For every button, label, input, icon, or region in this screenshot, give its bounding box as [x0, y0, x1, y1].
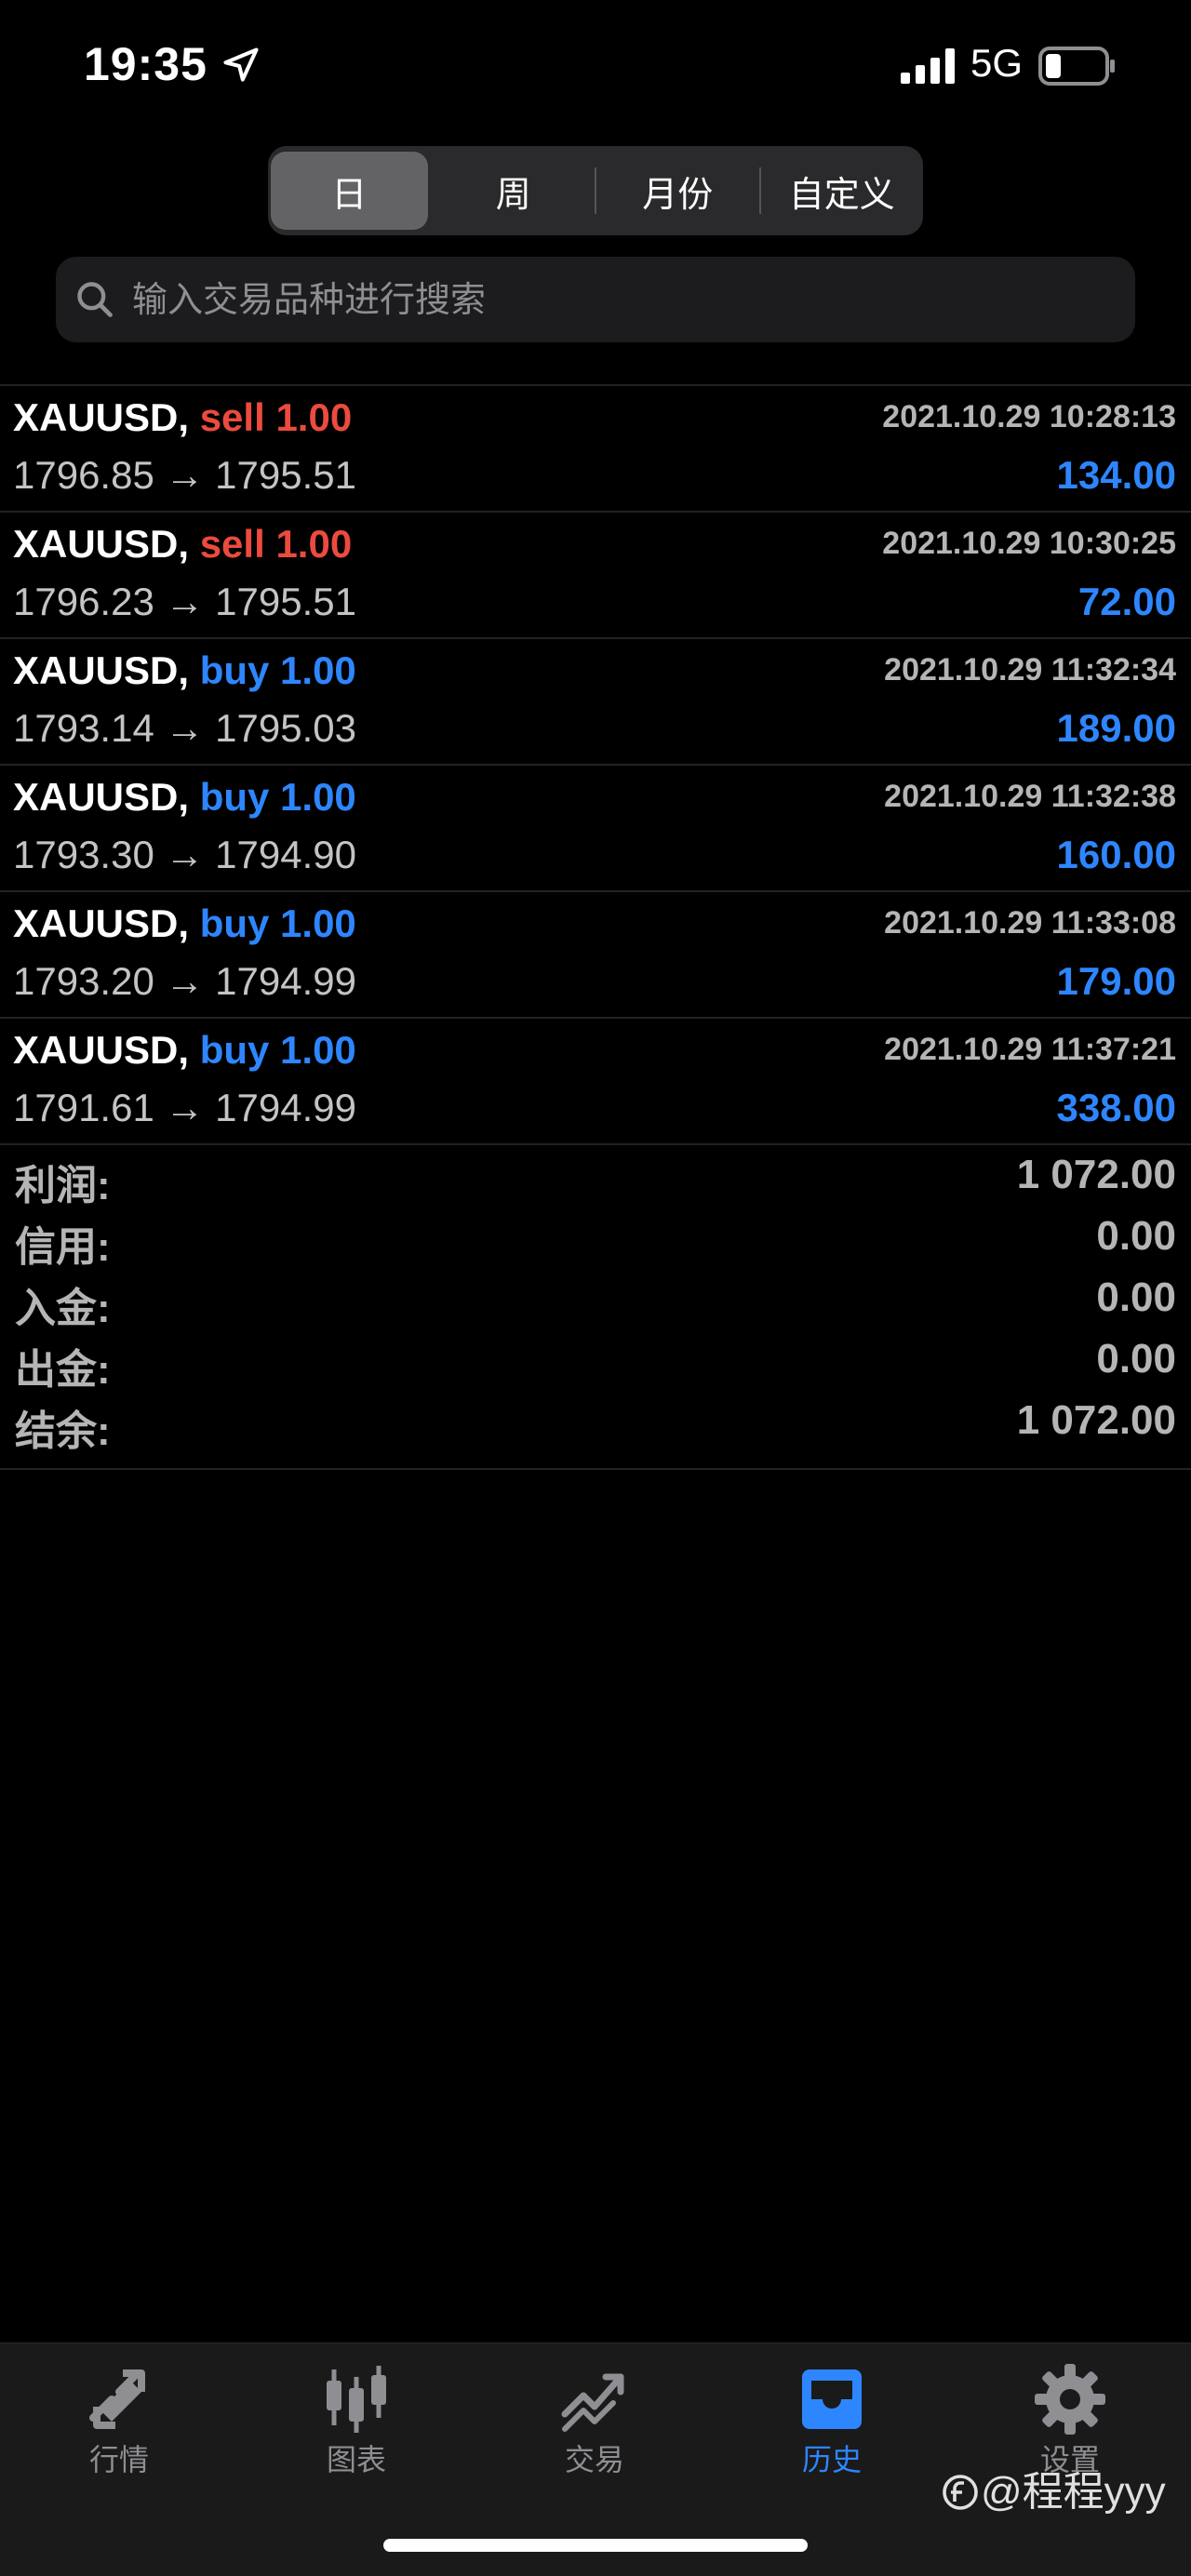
tab-trade[interactable]: 交易 — [502, 2343, 688, 2483]
period-tab-month[interactable]: 月份 — [599, 152, 756, 230]
summary-row-deposit: 入金: 0.00 — [0, 1269, 1191, 1331]
trade-datetime: 2021.10.29 11:32:34 — [884, 652, 1176, 687]
trade-title: XAUUSD, sell 1.00 — [13, 522, 352, 567]
trade-profit: 338.00 — [1056, 1086, 1176, 1129]
trade-profit: 160.00 — [1056, 833, 1176, 876]
trade-history-list: XAUUSD, sell 1.00 2021.10.29 10:28:13 17… — [0, 384, 1191, 1145]
tab-chart[interactable]: 图表 — [263, 2343, 449, 2483]
tab-quotes[interactable]: 行情 — [26, 2343, 212, 2483]
trade-symbol: XAUUSD, — [13, 775, 190, 819]
trade-side: sell — [199, 395, 265, 439]
battery-icon — [1038, 47, 1115, 86]
home-indicator — [383, 2539, 808, 2552]
quotes-icon — [89, 2369, 145, 2429]
trade-volume: 1.00 — [275, 395, 353, 439]
trade-prices: 1793.14 → 1795.03 — [13, 706, 356, 750]
trade-title: XAUUSD, buy 1.00 — [13, 775, 356, 820]
period-tab-week[interactable]: 周 — [435, 152, 593, 230]
trade-prices: 1793.20 → 1794.99 — [13, 959, 356, 1003]
trade-symbol: XAUUSD, — [13, 648, 190, 692]
summary-row-profit: 利润: 1 072.00 — [0, 1146, 1191, 1208]
trade-symbol: XAUUSD, — [13, 522, 190, 566]
trade-volume: 1.00 — [280, 901, 356, 945]
period-segmented-control: 日 周 月份 自定义 — [268, 146, 923, 235]
trade-title: XAUUSD, buy 1.00 — [13, 901, 356, 946]
trade-prices: 1796.85 → 1795.51 — [13, 453, 356, 497]
watermark: @程程yyy — [942, 2458, 1166, 2517]
trade-title: XAUUSD, buy 1.00 — [13, 1028, 356, 1073]
trade-symbol: XAUUSD, — [13, 1028, 190, 1072]
location-arrow-icon — [223, 47, 259, 82]
trade-profit: 72.00 — [1077, 580, 1176, 623]
settings-icon — [1035, 2364, 1105, 2435]
search-icon — [77, 282, 113, 317]
trade-symbol: XAUUSD, — [13, 901, 190, 945]
trade-datetime: 2021.10.29 11:32:38 — [884, 779, 1176, 814]
trade-icon — [561, 2373, 624, 2432]
trade-prices: 1796.23 → 1795.51 — [13, 580, 356, 623]
trade-side: sell — [199, 522, 265, 566]
period-tab-custom[interactable]: 自定义 — [764, 152, 921, 230]
trade-volume: 1.00 — [275, 522, 353, 566]
segment-divider — [595, 167, 596, 214]
tab-label: 图表 — [326, 2443, 386, 2476]
summary-value: 1 072.00 — [1016, 1152, 1176, 1197]
trade-row[interactable]: XAUUSD, sell 1.00 2021.10.29 10:30:25 17… — [0, 513, 1191, 639]
tab-label: 行情 — [88, 2443, 149, 2476]
search-input[interactable] — [130, 257, 1111, 344]
tab-label: 交易 — [564, 2443, 624, 2476]
trade-symbol: XAUUSD, — [13, 395, 190, 439]
toutiao-logo-icon — [943, 2475, 978, 2510]
trade-side: buy — [199, 648, 270, 692]
tab-label: 历史 — [801, 2443, 862, 2476]
history-icon — [802, 2369, 862, 2429]
trade-row[interactable]: XAUUSD, sell 1.00 2021.10.29 10:28:13 17… — [0, 386, 1191, 513]
trade-datetime: 2021.10.29 11:33:08 — [884, 905, 1176, 941]
watermark-text: @程程yyy — [981, 2469, 1166, 2515]
trade-row[interactable]: XAUUSD, buy 1.00 2021.10.29 11:32:38 179… — [0, 766, 1191, 892]
summary-row-credit: 信用: 0.00 — [0, 1208, 1191, 1270]
trade-row[interactable]: XAUUSD, buy 1.00 2021.10.29 11:32:34 179… — [0, 639, 1191, 766]
trade-row[interactable]: XAUUSD, buy 1.00 2021.10.29 11:37:21 179… — [0, 1019, 1191, 1145]
trade-profit: 134.00 — [1056, 453, 1176, 497]
search-bar[interactable] — [56, 257, 1135, 344]
tab-history[interactable]: 历史 — [739, 2343, 925, 2483]
trade-datetime: 2021.10.29 11:37:21 — [884, 1032, 1176, 1067]
trade-volume: 1.00 — [280, 775, 356, 819]
trade-profit: 189.00 — [1056, 706, 1176, 750]
summary-row-withdrawal: 出金: 0.00 — [0, 1330, 1191, 1393]
summary-value: 0.00 — [1096, 1213, 1176, 1259]
summary-value: 0.00 — [1096, 1275, 1176, 1320]
network-type: 5G — [970, 41, 1024, 85]
summary-label: 入金: — [15, 1286, 111, 1331]
summary-label: 结余: — [15, 1408, 111, 1454]
segment-divider — [758, 167, 761, 214]
trade-side: buy — [199, 1028, 270, 1072]
screen: 19:35 5G 日 周 月份 自定义 输入交易品种进行搜索 XAUUSD, s… — [0, 0, 1191, 2576]
period-tab-day[interactable]: 日 — [271, 152, 428, 230]
summary-value: 0.00 — [1096, 1336, 1176, 1381]
summary-label: 出金: — [15, 1347, 111, 1393]
trade-datetime: 2021.10.29 10:28:13 — [882, 399, 1176, 434]
trade-prices: 1793.30 → 1794.90 — [13, 833, 356, 876]
trade-prices: 1791.61 → 1794.99 — [13, 1086, 356, 1129]
trade-title: XAUUSD, sell 1.00 — [13, 395, 352, 440]
trade-side: buy — [199, 775, 270, 819]
summary-label: 利润: — [15, 1163, 111, 1208]
summary-row-balance: 结余: 1 072.00 — [0, 1392, 1191, 1454]
trade-volume: 1.00 — [280, 1028, 356, 1072]
status-bar: 19:35 5G — [0, 0, 1191, 130]
cellular-signal-icon — [901, 48, 955, 84]
balance-summary: 利润: 1 072.00 信用: 0.00 入金: 0.00 出金: 0.00 … — [0, 1146, 1191, 1470]
trade-side: buy — [199, 901, 270, 945]
trade-title: XAUUSD, buy 1.00 — [13, 648, 356, 693]
summary-value: 1 072.00 — [1016, 1397, 1176, 1443]
trade-volume: 1.00 — [280, 648, 356, 692]
trade-profit: 179.00 — [1056, 959, 1176, 1003]
trade-datetime: 2021.10.29 10:30:25 — [882, 526, 1176, 561]
trade-row[interactable]: XAUUSD, buy 1.00 2021.10.29 11:33:08 179… — [0, 892, 1191, 1019]
chart-icon — [327, 2366, 386, 2433]
summary-label: 信用: — [15, 1224, 111, 1270]
status-time: 19:35 — [84, 38, 207, 90]
